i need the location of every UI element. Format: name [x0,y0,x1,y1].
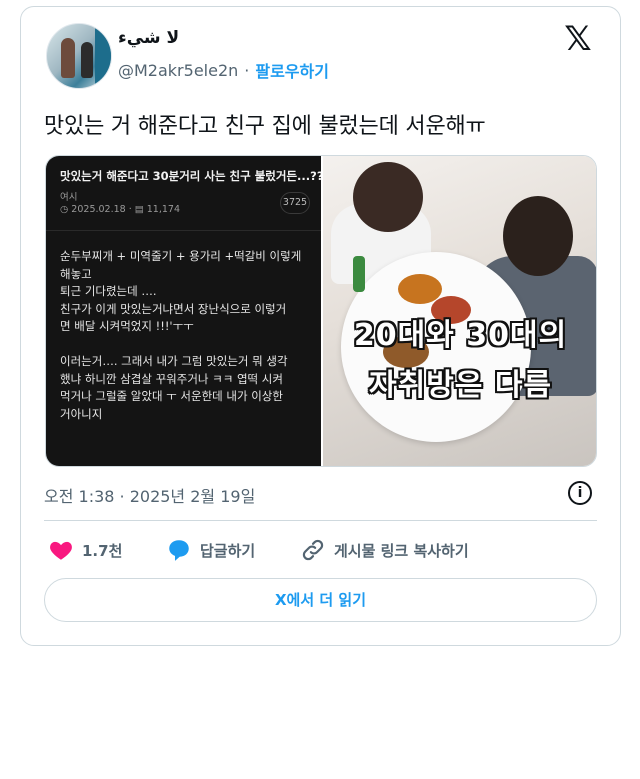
user-handle[interactable]: @M2akr5ele2n [118,61,238,80]
avatar[interactable] [46,23,112,89]
tweet-text: 맛있는 거 해준다고 친구 집에 불렀는데 서운해ㅠ [44,114,486,139]
photo-caption-line2: 자취방은 다름 [368,368,553,403]
avatar-background [95,24,111,88]
post-body: 순두부찌개 + 미역줄기 + 용가리 +떡갈비 이렇게 해놓고 퇴근 기다렸는데… [60,249,302,421]
post-title: 맛있는거 해준다고 30분거리 사는 친구 불렀거든...?? [60,169,324,183]
read-more-button[interactable]: X에서 더 읽기 [44,578,597,622]
comment-count-badge: 3725 [280,192,310,214]
reply-button[interactable]: 답글하기 [166,535,255,565]
divider [44,520,597,521]
post-meta: ◷ 2025.02.18 · ▤ 11,174 [60,204,180,215]
handle-row: @M2akr5ele2n · 팔로우하기 [118,58,329,82]
tweet-timestamp[interactable]: 오전 1:38 · 2025년 2월 19일 [44,483,255,507]
media-screenshot-post[interactable]: 맛있는거 해준다고 30분거리 사는 친구 불렀거든...?? 여시 ◷ 202… [46,156,324,466]
post-board: 여시 [60,192,78,203]
link-icon [302,539,324,561]
heart-icon [50,541,72,560]
x-logo-icon[interactable]: 𝕏 [560,22,596,56]
reply-label: 답글하기 [200,541,256,560]
media-photo[interactable]: 20대와 30대의 자취방은 다름 [323,156,596,466]
info-icon[interactable]: i [568,481,592,505]
post-divider [46,230,321,231]
reply-bubble-icon [169,540,189,561]
like-count: 1.7천 [82,541,123,560]
action-bar: 1.7천 답글하기 게시물 링크 복사하기 [44,535,597,565]
display-name[interactable]: لا شيء [118,28,179,48]
tweet-media[interactable]: 맛있는거 해준다고 30분거리 사는 친구 불렀거든...?? 여시 ◷ 202… [45,155,597,467]
follow-button[interactable]: 팔로우하기 [255,58,329,82]
photo-bottle [353,256,365,292]
photo-person-head [503,196,573,276]
copy-link-label: 게시물 링크 복사하기 [334,541,469,560]
separator-dot: · [244,60,250,80]
like-button[interactable]: 1.7천 [48,535,122,565]
photo-person-head [353,162,423,232]
copy-link-button[interactable]: 게시물 링크 복사하기 [300,535,469,565]
avatar-figure [81,42,93,78]
avatar-figure [61,38,75,78]
photo-caption-line1: 20대와 30대의 [353,318,568,353]
